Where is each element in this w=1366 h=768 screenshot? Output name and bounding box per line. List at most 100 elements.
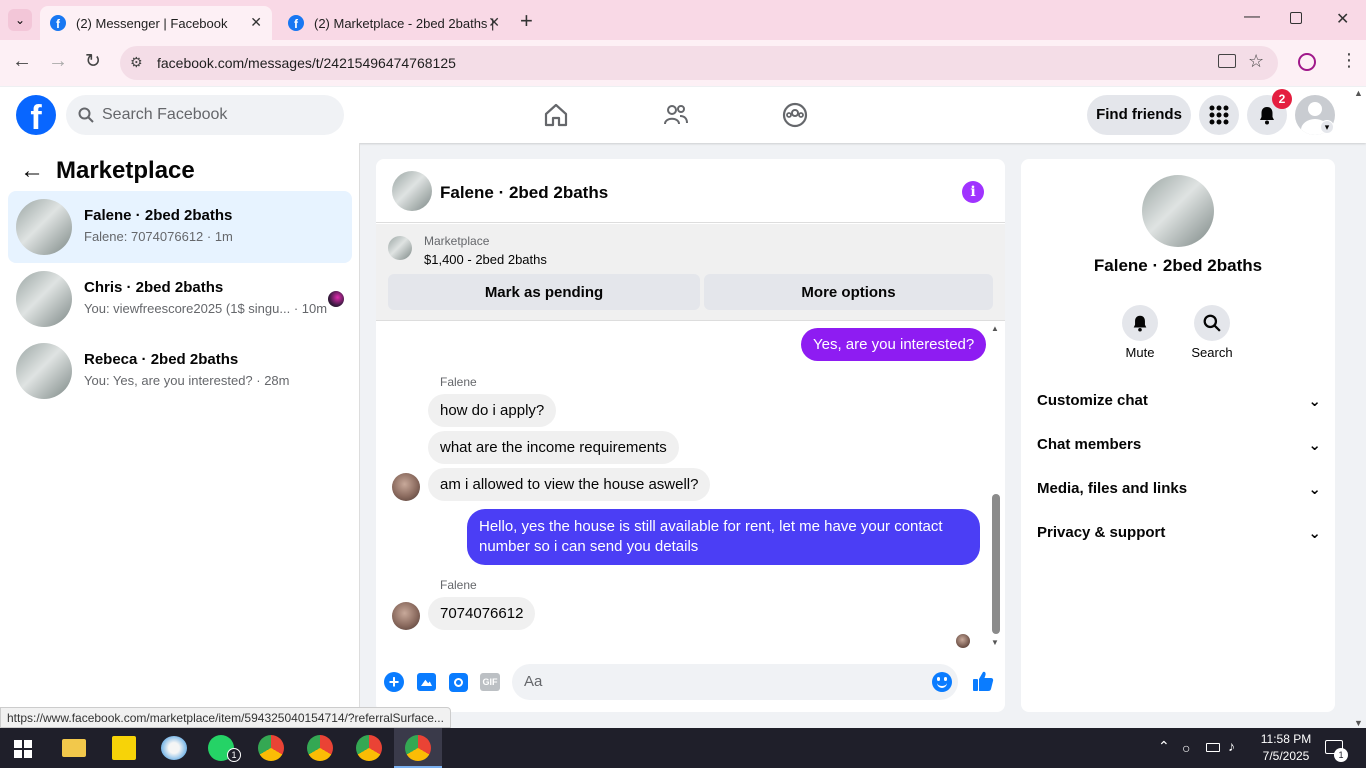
sender-name: Falene xyxy=(440,375,477,389)
listing-thumbnail[interactable] xyxy=(388,236,412,260)
search-placeholder: Search Facebook xyxy=(102,106,228,123)
conversation-title: Chris · 2bed 2baths xyxy=(84,279,224,296)
profile-photo[interactable] xyxy=(1142,175,1214,247)
clock-time[interactable]: 11:58 PM xyxy=(1254,732,1318,746)
customize-chat-section[interactable]: Customize chat ⌄ xyxy=(1037,392,1321,410)
tab-title: (2) Marketplace - 2bed 2baths | xyxy=(314,15,495,31)
reload-button[interactable]: ↻ xyxy=(85,50,101,73)
conversation-item[interactable]: Chris · 2bed 2baths You: viewfreescore20… xyxy=(8,263,352,335)
chat-avatar[interactable] xyxy=(392,171,432,211)
chat-title[interactable]: Falene · 2bed 2baths xyxy=(440,183,608,203)
minimize-button[interactable]: — xyxy=(1244,8,1260,26)
windows-start-icon[interactable] xyxy=(14,740,32,758)
plus-icon[interactable]: + xyxy=(384,672,404,692)
listing-label: Marketplace xyxy=(424,234,490,248)
profile-name: Falene · 2bed 2baths xyxy=(1093,256,1263,275)
site-info-icon[interactable]: ⚙ xyxy=(130,54,143,71)
facebook-logo-icon[interactable]: f xyxy=(16,95,56,135)
chevron-down-icon: ⌄ xyxy=(1308,393,1321,410)
restore-button[interactable] xyxy=(1290,12,1302,24)
close-tab-icon[interactable]: ✕ xyxy=(250,14,262,31)
menu-grid-button[interactable] xyxy=(1199,95,1239,135)
browser-toolbar: ← → ↻ ⚙ facebook.com/messages/t/24215496… xyxy=(0,40,1366,86)
friends-icon[interactable] xyxy=(663,102,689,133)
wifi-icon[interactable]: ○ xyxy=(1182,740,1190,756)
chat-details-panel: Falene · 2bed 2baths Mute Search Customi… xyxy=(1021,159,1335,712)
sender-avatar[interactable] xyxy=(392,473,420,501)
tab-marketplace[interactable]: f (2) Marketplace - 2bed 2baths | ✕ xyxy=(278,6,510,40)
tab-title: (2) Messenger | Facebook xyxy=(76,15,228,31)
marketplace-sidebar: ← Marketplace Falene · 2bed 2baths Falen… xyxy=(0,143,360,711)
conversation-item[interactable]: Rebeca · 2bed 2baths You: Yes, are you i… xyxy=(8,335,352,407)
groups-icon[interactable] xyxy=(782,102,808,133)
privacy-support-section[interactable]: Privacy & support ⌄ xyxy=(1037,524,1321,542)
search-icon xyxy=(1203,314,1221,332)
chat-members-section[interactable]: Chat members ⌄ xyxy=(1037,436,1321,454)
close-window-button[interactable]: ✕ xyxy=(1336,9,1349,29)
mute-button[interactable] xyxy=(1122,305,1158,341)
message-incoming[interactable]: what are the income requirements xyxy=(428,431,679,464)
volume-icon[interactable]: ♪ xyxy=(1228,738,1235,754)
mark-as-pending-button[interactable]: Mark as pending xyxy=(388,274,700,310)
new-tab-button[interactable]: + xyxy=(520,8,533,34)
listing-thumbnail xyxy=(16,199,72,255)
photo-icon[interactable] xyxy=(417,673,436,691)
address-bar[interactable]: ⚙ facebook.com/messages/t/24215496474768… xyxy=(120,46,1278,80)
chrome-profile-icon[interactable] xyxy=(258,735,284,761)
bookmark-star-icon[interactable]: ☆ xyxy=(1248,51,1264,72)
section-label: Customize chat xyxy=(1037,392,1148,409)
sticky-notes-icon[interactable] xyxy=(112,736,136,760)
close-tab-icon[interactable]: ✕ xyxy=(488,14,500,31)
listing-price[interactable]: $1,400 - 2bed 2baths xyxy=(424,252,547,267)
gif-icon[interactable]: GIF xyxy=(480,673,500,691)
search-facebook-input[interactable]: Search Facebook xyxy=(66,95,344,135)
mute-label: Mute xyxy=(1125,345,1155,360)
message-input-placeholder: Aa xyxy=(524,673,543,690)
forward-button[interactable]: → xyxy=(48,50,68,73)
back-button[interactable]: ← xyxy=(12,50,32,73)
clock-date[interactable]: 7/5/2025 xyxy=(1254,749,1318,763)
network-app-icon[interactable] xyxy=(161,736,187,760)
back-arrow-icon[interactable]: ← xyxy=(20,157,44,185)
message-input[interactable]: Aa xyxy=(512,664,958,700)
page-scrollbar[interactable]: ▲ ▼ xyxy=(1352,88,1366,728)
media-files-links-section[interactable]: Media, files and links ⌄ xyxy=(1037,480,1321,498)
home-icon[interactable] xyxy=(543,102,569,133)
message-incoming[interactable]: am i allowed to view the house aswell? xyxy=(428,468,711,501)
notification-center-badge: 1 xyxy=(1334,748,1348,762)
chrome-profile-icon[interactable] xyxy=(356,735,382,761)
link-status-bar: https://www.facebook.com/marketplace/ite… xyxy=(0,707,451,728)
bell-icon xyxy=(1260,107,1274,125)
message-incoming[interactable]: how do i apply? xyxy=(428,394,557,427)
tab-messenger[interactable]: f (2) Messenger | Facebook ✕ xyxy=(40,6,272,40)
account-chevron-icon[interactable]: ▾ xyxy=(1320,120,1334,134)
chrome-icon[interactable] xyxy=(307,735,333,761)
battery-icon[interactable] xyxy=(1206,743,1220,752)
sender-avatar[interactable] xyxy=(392,602,420,630)
info-icon[interactable]: i xyxy=(962,181,984,203)
message-outgoing[interactable]: Hello, yes the house is still available … xyxy=(467,509,980,565)
conversation-item[interactable]: Falene · 2bed 2baths Falene: 7074076612 … xyxy=(8,191,352,263)
chrome-profile-icon[interactable] xyxy=(405,735,431,761)
message-outgoing[interactable]: Yes, are you interested? xyxy=(801,328,987,361)
tray-chevron-icon[interactable]: ⌃ xyxy=(1158,738,1170,755)
chevron-down-icon: ⌄ xyxy=(1308,481,1321,498)
more-options-button[interactable]: More options xyxy=(704,274,993,310)
sticker-icon[interactable] xyxy=(449,673,468,692)
file-explorer-icon[interactable] xyxy=(62,739,86,757)
url-text[interactable]: facebook.com/messages/t/2421549647476812… xyxy=(157,55,456,71)
grid-icon xyxy=(1209,105,1229,125)
search-icon xyxy=(78,107,94,123)
emoji-icon[interactable] xyxy=(932,672,952,692)
browser-menu-icon[interactable]: ⋮ xyxy=(1340,50,1358,71)
conversation-preview: Falene: 7074076612 · 1m xyxy=(84,229,233,244)
chat-scrollbar[interactable]: ▲ ▼ xyxy=(991,324,1000,647)
install-app-icon[interactable] xyxy=(1218,54,1236,68)
message-incoming[interactable]: 7074076612 xyxy=(428,597,536,630)
like-thumbs-up-icon[interactable] xyxy=(972,670,994,697)
tab-search-button[interactable]: ⌄ xyxy=(8,9,32,31)
search-in-chat-button[interactable] xyxy=(1194,305,1230,341)
notification-badge: 2 xyxy=(1272,89,1292,109)
find-friends-button[interactable]: Find friends xyxy=(1087,95,1191,135)
profile-icon[interactable] xyxy=(1298,53,1316,71)
